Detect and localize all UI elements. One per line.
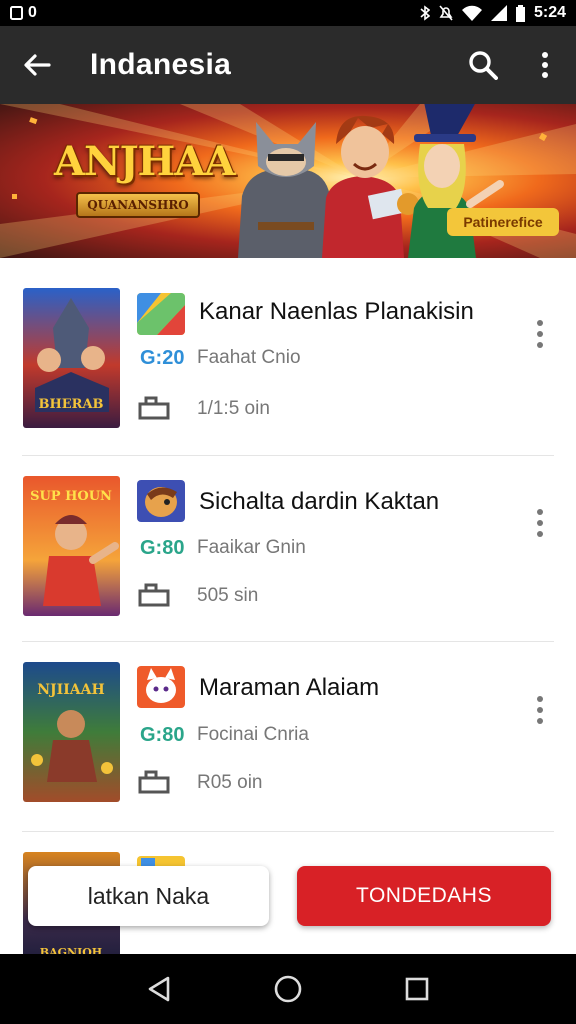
- notification-icon: [10, 6, 23, 20]
- more-vertical-icon: [542, 52, 548, 78]
- item-price: G:80: [140, 537, 185, 559]
- game-mini-icon: [137, 666, 185, 708]
- system-nav-bar: [0, 954, 576, 1024]
- app-bar: Indanesia: [0, 26, 576, 104]
- size-icon: [138, 396, 170, 420]
- size-icon: [138, 770, 170, 794]
- item-subtitle: Faaikar Gnin: [197, 537, 306, 558]
- square-recents-icon: [405, 977, 428, 1001]
- circle-home-icon: [274, 975, 302, 1003]
- nav-back-button[interactable]: [134, 964, 184, 1014]
- bluetooth-icon: [420, 5, 430, 21]
- signal-icon: [490, 5, 507, 21]
- game-mini-icon: [137, 293, 185, 335]
- primary-action-button[interactable]: TONDEDAHS: [297, 866, 551, 926]
- promo-banner[interactable]: ANJHAA QUANANSHRO Patinerefice: [0, 104, 576, 258]
- back-button[interactable]: [0, 26, 74, 104]
- status-time: 5:24: [533, 4, 566, 21]
- item-size: R05 oin: [197, 772, 263, 793]
- search-icon: [469, 51, 498, 80]
- svg-text:BHERAB: BHERAB: [38, 397, 103, 412]
- more-vertical-icon: [537, 320, 543, 348]
- arrow-back-icon: [24, 54, 51, 76]
- game-thumbnail: BHERAB: [23, 288, 120, 428]
- triangle-back-icon: [149, 976, 170, 1002]
- status-bar: 0 5:24: [0, 0, 576, 26]
- item-size: 1/1:5 oin: [197, 398, 270, 419]
- item-more-button[interactable]: [526, 690, 554, 730]
- item-title: Maraman Alaiam: [199, 674, 380, 701]
- game-thumbnail: SUP HOUN: [23, 476, 120, 616]
- banner-logo-title: ANJHAA: [54, 138, 235, 185]
- svg-text:SUP HOUN: SUP HOUN: [30, 489, 112, 504]
- list-item[interactable]: BHERAB Kanar Naenlas Planakisin G:20 Faa…: [0, 258, 576, 456]
- list-item[interactable]: SUP HOUN Sichalta dardin Kaktan G:80 Faa…: [0, 456, 576, 642]
- item-title: Sichalta dardin Kaktan: [199, 488, 440, 515]
- banner-logo-subtitle: QUANANSHRO: [76, 192, 200, 218]
- item-subtitle: Focinai Cnria: [197, 724, 309, 745]
- page-title: Indanesia: [90, 48, 232, 81]
- item-subtitle: Faahat Cnio: [197, 347, 301, 368]
- list-item[interactable]: NJIIAAH Maraman Alaiam G:80 Focinai Cnri…: [0, 642, 576, 832]
- svg-text:NJIIAAH: NJIIAAH: [37, 682, 104, 698]
- item-title: Kanar Naenlas Planakisin: [199, 298, 474, 325]
- battery-icon: [515, 4, 525, 22]
- item-size: 505 sin: [197, 585, 259, 606]
- game-thumbnail: NJIIAAH: [23, 662, 120, 802]
- overflow-menu-button[interactable]: [514, 26, 576, 104]
- item-price: G:20: [140, 347, 185, 369]
- game-list: BHERAB Kanar Naenlas Planakisin G:20 Faa…: [0, 258, 576, 964]
- game-mini-icon: [137, 480, 185, 522]
- search-button[interactable]: [452, 26, 514, 104]
- secondary-action-button[interactable]: latkan Naka: [28, 866, 269, 926]
- nav-recents-button[interactable]: [392, 964, 442, 1014]
- item-more-button[interactable]: [526, 503, 554, 543]
- size-icon: [138, 583, 170, 607]
- status-left-label: 0: [28, 4, 37, 21]
- nav-home-button[interactable]: [263, 964, 313, 1014]
- item-price: G:80: [140, 724, 185, 746]
- more-vertical-icon: [537, 509, 543, 537]
- mute-icon: [439, 5, 453, 21]
- more-vertical-icon: [537, 696, 543, 724]
- banner-badge[interactable]: Patinerefice: [447, 208, 559, 236]
- wifi-icon: [461, 5, 482, 21]
- item-more-button[interactable]: [526, 314, 554, 354]
